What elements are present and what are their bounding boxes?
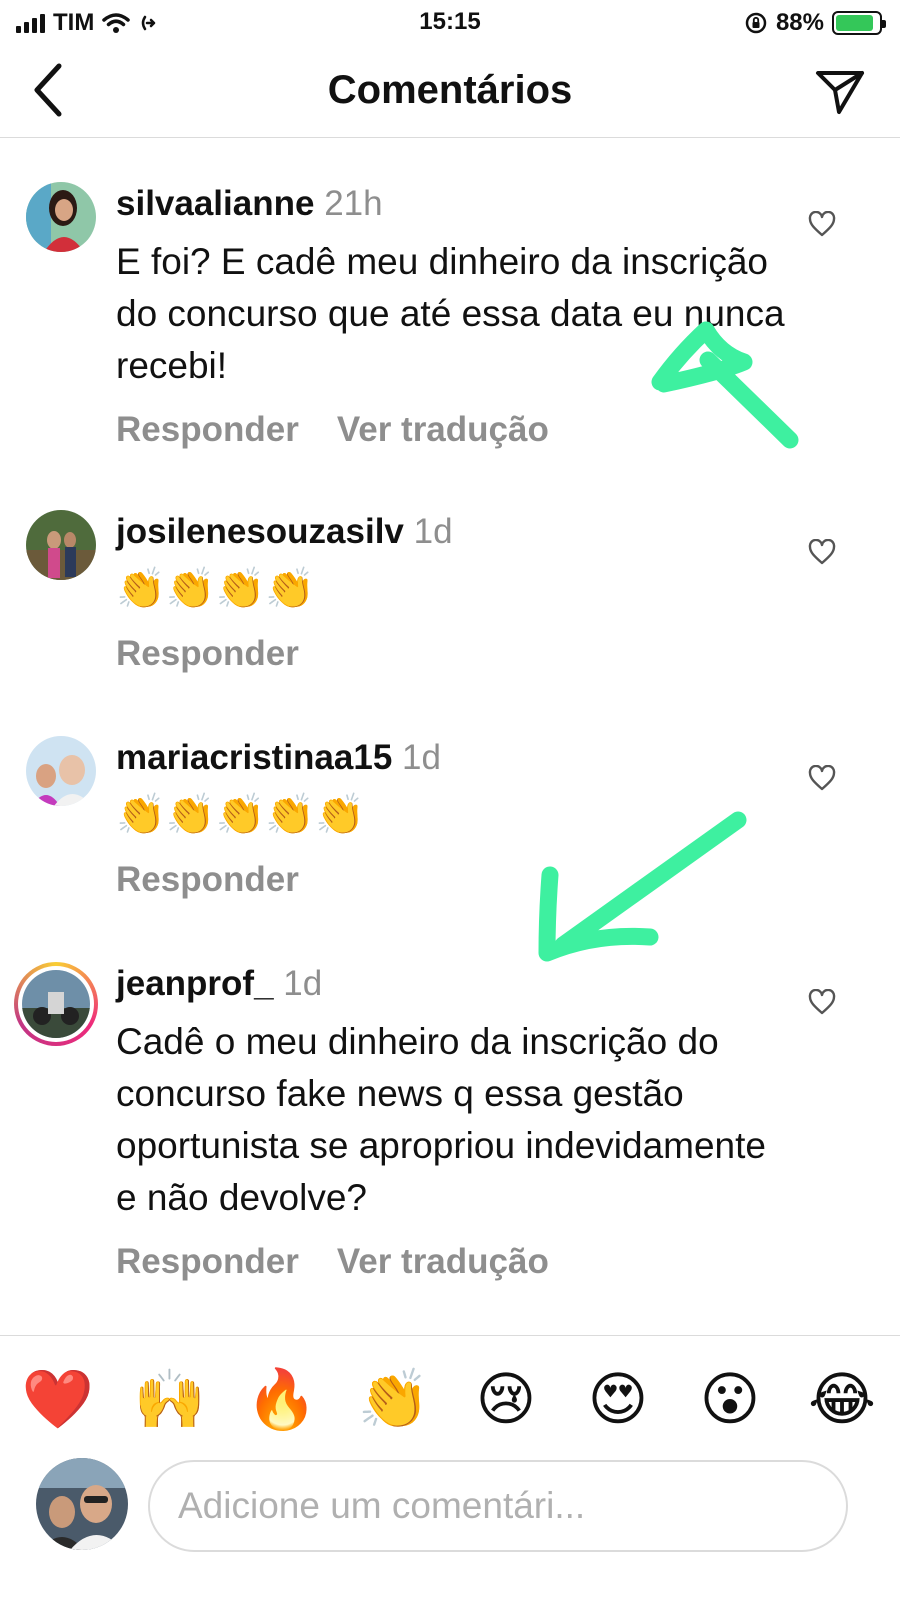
avatar-story-ring[interactable] [14, 962, 98, 1046]
quick-reactions: ❤️ 🙌 🔥 👏 😢 😍 😮 😂 [20, 1362, 880, 1438]
comment-meta: mariacristinaa15 1d [116, 736, 796, 780]
heart-outline-icon [808, 765, 836, 791]
translate-button[interactable]: Ver tradução [337, 1242, 549, 1282]
like-button[interactable] [802, 758, 842, 798]
composer-avatar [36, 1458, 128, 1550]
status-right: 88% [744, 8, 886, 38]
like-button[interactable] [802, 532, 842, 572]
reaction-raised-hands[interactable]: 🙌 [132, 1362, 208, 1438]
comment-time: 1d [283, 964, 323, 1003]
reaction-surprised[interactable]: 😮 [692, 1362, 768, 1438]
like-button[interactable] [802, 204, 842, 244]
reply-button[interactable]: Responder [116, 860, 299, 900]
comment-username[interactable]: jeanprof_ [116, 964, 274, 1003]
comment-time: 21h [324, 184, 383, 223]
comment-meta: josilenesouzasilv 1d [116, 510, 796, 554]
comment-text: 👏👏👏👏 [116, 567, 316, 611]
annotation-arrow-upper [651, 321, 799, 449]
avatar[interactable] [26, 510, 96, 580]
comment-username[interactable]: silvaalianne [116, 184, 314, 223]
annotation-arrow-lower [538, 811, 747, 962]
share-button[interactable] [810, 62, 870, 122]
comment-username[interactable]: josilenesouzasilv [116, 512, 404, 551]
battery-percent: 88% [775, 9, 824, 36]
comment-input[interactable]: Adicione um comentári... [148, 1460, 848, 1552]
avatar[interactable] [26, 182, 96, 252]
comment-actions: Responder Ver tradução [116, 1242, 796, 1282]
comment-meta: silvaalianne 21h [116, 182, 796, 226]
header: Comentários [0, 50, 900, 138]
comment-time: 1d [413, 512, 453, 551]
reply-button[interactable]: Responder [116, 1242, 299, 1282]
battery-icon [832, 11, 886, 35]
heart-outline-icon [808, 211, 836, 237]
paper-plane-icon [816, 71, 864, 114]
heart-outline-icon [808, 539, 836, 565]
reaction-laughing[interactable]: 😂 [804, 1362, 880, 1438]
reaction-heart-eyes[interactable]: 😍 [580, 1362, 656, 1438]
reaction-fire[interactable]: 🔥 [244, 1362, 320, 1438]
comment-username[interactable]: mariacristinaa15 [116, 738, 392, 777]
avatar[interactable] [26, 736, 96, 806]
status-bar: TIM 15:15 88% [0, 0, 900, 50]
comment-body: jeanprof_ 1d Cadê o meu dinheiro da insc… [116, 962, 796, 1282]
like-button[interactable] [802, 982, 842, 1022]
translate-button[interactable]: Ver tradução [337, 410, 549, 450]
reaction-heart[interactable]: ❤️ [20, 1362, 96, 1438]
comment-time: 1d [402, 738, 441, 777]
reply-button[interactable]: Responder [116, 634, 299, 674]
comment-body: josilenesouzasilv 1d 👏👏👏👏 Responder [116, 510, 796, 674]
avatar [22, 970, 90, 1038]
rotation-lock-icon [745, 12, 767, 34]
heart-outline-icon [808, 989, 836, 1015]
comment-text: Cadê o meu dinheiro da inscrição do conc… [116, 1021, 766, 1218]
reaction-crying[interactable]: 😢 [468, 1362, 544, 1438]
page-title: Comentários [327, 68, 573, 112]
comment-actions: Responder [116, 634, 796, 674]
bottom-divider [0, 1335, 900, 1336]
reaction-clap[interactable]: 👏 [356, 1362, 432, 1438]
reply-button[interactable]: Responder [116, 410, 299, 450]
